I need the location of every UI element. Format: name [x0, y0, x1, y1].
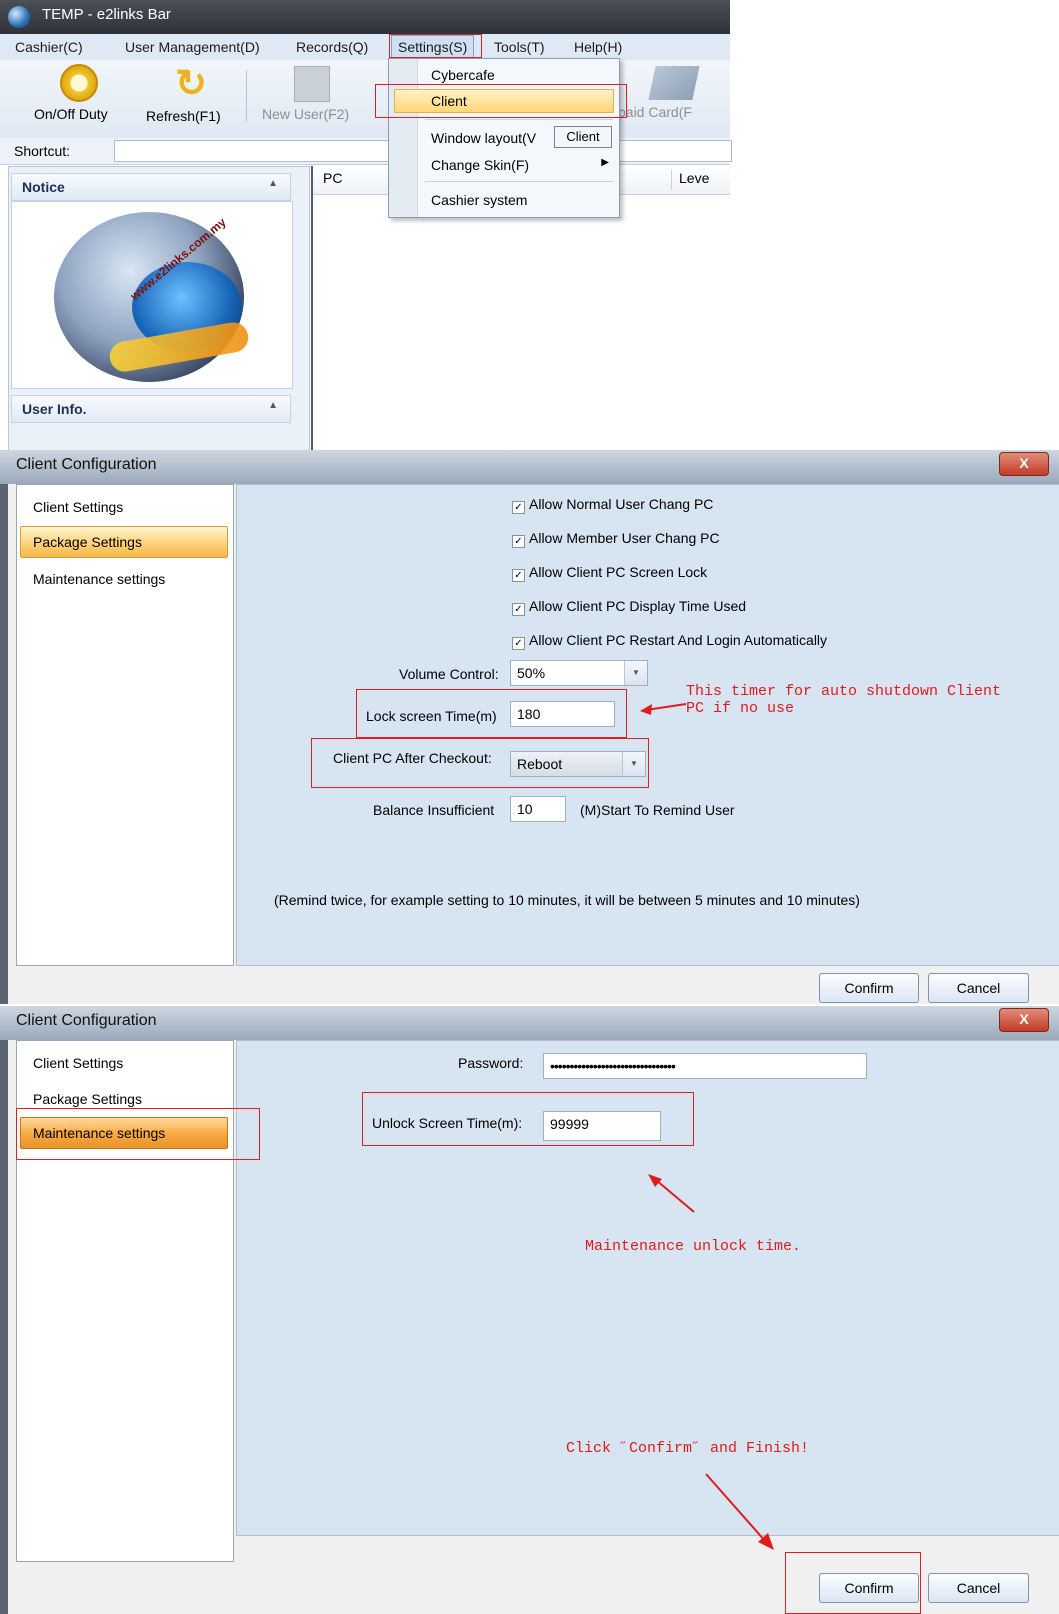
highlight-lock-time: [356, 689, 627, 738]
notice-header[interactable]: Notice ▲: [11, 173, 291, 201]
highlight-after-checkout: [311, 738, 649, 788]
menu-help[interactable]: Help(H): [574, 39, 622, 55]
nav-package-settings[interactable]: Package Settings: [33, 1091, 142, 1107]
nav-client-settings[interactable]: Client Settings: [33, 1055, 123, 1071]
client-tooltip: Client: [554, 126, 612, 148]
checkbox-check-icon: ✓: [512, 603, 525, 616]
menu-separator: [425, 119, 613, 120]
chk-display-time-used[interactable]: ✓ Allow Client PC Display Time Used: [512, 598, 746, 616]
collapse-icon[interactable]: ▲: [268, 178, 278, 189]
nav-package-settings[interactable]: Package Settings: [20, 526, 228, 558]
menu-item-cybercafe[interactable]: Cybercafe: [431, 67, 495, 83]
prepaid-card-icon: [648, 66, 700, 100]
annotation-arrow-confirm: [705, 1473, 774, 1550]
balance-input[interactable]: 10: [510, 796, 566, 822]
annotation-arrow: [640, 703, 687, 715]
volume-value: 50%: [517, 665, 546, 681]
highlight-maintenance-nav: [16, 1108, 260, 1160]
balance-suffix: (M)Start To Remind User: [580, 802, 735, 818]
dialog1-nav: Client Settings Package Settings Mainten…: [16, 484, 234, 966]
shortcut-bar: Shortcut:: [0, 138, 732, 165]
app-logo-icon: [8, 6, 30, 28]
submenu-arrow-icon: ▶: [601, 157, 609, 168]
volume-select[interactable]: 50% ▼: [510, 660, 648, 686]
password-label: Password:: [458, 1055, 524, 1071]
chk-restart-login-auto[interactable]: ✓ Allow Client PC Restart And Login Autom…: [512, 632, 827, 650]
menu-item-change-skin[interactable]: Change Skin(F): [431, 157, 529, 173]
checkbox-check-icon: ✓: [512, 637, 525, 650]
annotation-arrow-unlock: [648, 1174, 695, 1213]
refresh-button[interactable]: ↻ Refresh(F1): [146, 63, 236, 124]
clock-icon: [60, 64, 98, 102]
e2links-logo: www.e2links.com.my: [54, 212, 251, 382]
chk-label: Allow Client PC Restart And Login Automa…: [529, 632, 828, 648]
menu-item-cashier-system[interactable]: Cashier system: [431, 192, 527, 208]
nav-maintenance-settings[interactable]: Maintenance settings: [33, 571, 165, 587]
menu-cashier[interactable]: Cashier(C): [15, 39, 83, 55]
annotation-confirm: Click ˝Confirm˝ and Finish!: [566, 1440, 810, 1457]
refresh-icon: ↻: [175, 63, 207, 105]
nav-client-settings[interactable]: Client Settings: [33, 499, 123, 515]
checkbox-check-icon: ✓: [512, 535, 525, 548]
menu-tools[interactable]: Tools(T): [494, 39, 545, 55]
menubar: Cashier(C) User Management(D) Records(Q)…: [0, 34, 730, 61]
column-level[interactable]: Leve: [679, 170, 709, 186]
onoff-duty-label: On/Off Duty: [34, 106, 108, 122]
chk-member-user-change-pc[interactable]: ✓ Allow Member User Chang PC: [512, 530, 720, 548]
annotation-unlock: Maintenance unlock time.: [585, 1238, 802, 1255]
cancel-button[interactable]: Cancel: [928, 1573, 1029, 1603]
app-titlebar: TEMP - e2links Bar: [0, 0, 730, 34]
close-icon[interactable]: X: [999, 1008, 1049, 1032]
cancel-button[interactable]: Cancel: [928, 973, 1029, 1003]
toolbar-separator: [246, 70, 247, 122]
refresh-label: Refresh(F1): [146, 108, 221, 124]
chk-normal-user-change-pc[interactable]: ✓ Allow Normal User Chang PC: [512, 496, 713, 514]
prepaid-card-button[interactable]: paid Card(F: [618, 64, 730, 120]
new-user-icon: [294, 66, 330, 102]
shortcut-label: Shortcut:: [14, 143, 71, 159]
chk-screen-lock[interactable]: ✓ Allow Client PC Screen Lock: [512, 564, 707, 582]
chk-label: Allow Client PC Screen Lock: [529, 564, 708, 580]
annotation-lock-time: This timer for auto shutdown Client PC i…: [686, 683, 1002, 717]
dialog2-titlebar: Client Configuration X: [0, 1006, 1059, 1040]
highlight-client-item: [375, 84, 627, 118]
confirm-button[interactable]: Confirm: [819, 973, 919, 1003]
collapse-icon[interactable]: ▲: [268, 400, 278, 411]
dialog1-title: Client Configuration: [16, 456, 157, 473]
menu-item-window-layout[interactable]: Window layout(V: [431, 130, 536, 146]
chk-label: Allow Normal User Chang PC: [529, 496, 714, 512]
dialog1-titlebar: Client Configuration X: [0, 450, 1059, 484]
main-app-window: TEMP - e2links Bar Cashier(C) User Manag…: [0, 0, 732, 472]
menu-separator: [425, 181, 613, 182]
checkbox-check-icon: ✓: [512, 501, 525, 514]
highlight-confirm-button: [785, 1552, 921, 1614]
notice-title: Notice: [22, 179, 65, 195]
menu-user-management[interactable]: User Management(D): [125, 39, 260, 55]
dialog2-title: Client Configuration: [16, 1012, 157, 1029]
column-pc[interactable]: PC: [323, 170, 342, 186]
new-user-label: New User(F2): [262, 106, 350, 122]
password-input[interactable]: ••••••••••••••••••••••••••••••••: [543, 1053, 867, 1079]
checkbox-check-icon: ✓: [512, 569, 525, 582]
chk-label: Allow Member User Chang PC: [529, 530, 720, 546]
onoff-duty-button[interactable]: On/Off Duty: [34, 64, 124, 122]
new-user-button[interactable]: New User(F2): [262, 64, 362, 122]
close-icon[interactable]: X: [999, 452, 1049, 476]
chevron-down-icon: ▼: [624, 661, 647, 685]
highlight-unlock-time: [362, 1092, 694, 1146]
nav-package-settings-label: Package Settings: [33, 534, 142, 550]
menu-records[interactable]: Records(Q): [296, 39, 368, 55]
balance-label: Balance Insufficient: [373, 802, 495, 818]
column-divider: [671, 170, 672, 190]
volume-label: Volume Control:: [399, 666, 499, 682]
notice-body: www.e2links.com.my: [11, 201, 293, 389]
user-info-title: User Info.: [22, 401, 87, 417]
remind-note: (Remind twice, for example setting to 10…: [274, 892, 860, 908]
highlight-settings-menu: [389, 34, 482, 58]
user-info-header[interactable]: User Info. ▲: [11, 395, 291, 423]
prepaid-card-label: paid Card(F: [618, 104, 692, 120]
menu-gutter: [389, 59, 418, 217]
app-title: TEMP - e2links Bar: [42, 6, 171, 23]
chk-label: Allow Client PC Display Time Used: [529, 598, 747, 614]
